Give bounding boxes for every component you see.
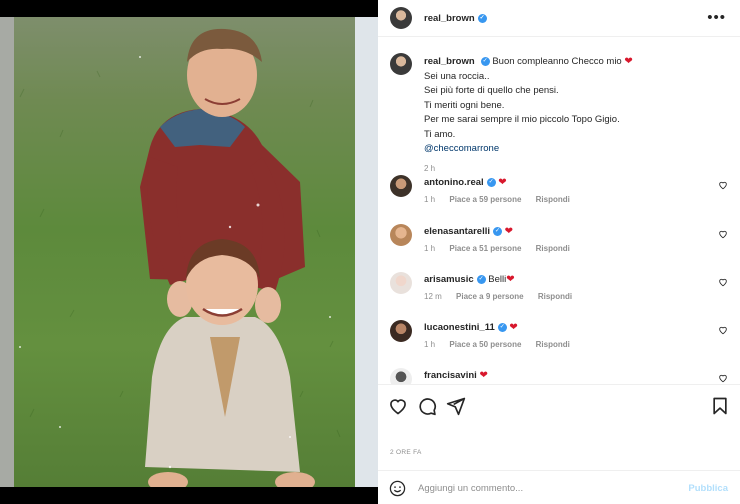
- post-media: [0, 0, 378, 504]
- post-photo[interactable]: [0, 17, 378, 487]
- comment-likes[interactable]: Piace a 50 persone: [449, 340, 521, 349]
- heart-icon[interactable]: [718, 325, 728, 335]
- caption-line: Sei una roccia..: [424, 70, 490, 82]
- heart-icon[interactable]: [718, 373, 728, 383]
- comment-item: elenasantarelli ✓ ❤ 1 h Piace a 51 person…: [378, 224, 740, 268]
- header-username-text[interactable]: real_brown: [424, 13, 475, 24]
- heart-icon[interactable]: [718, 180, 728, 190]
- comment-time[interactable]: 1 h: [424, 244, 435, 253]
- verified-icon: ✓: [497, 322, 507, 332]
- avatar[interactable]: [390, 320, 412, 342]
- comment-icon[interactable]: [417, 396, 437, 416]
- avatar[interactable]: [390, 368, 412, 384]
- avatar[interactable]: [390, 224, 412, 246]
- comment-username[interactable]: lucaonestini_11: [424, 322, 495, 333]
- comment-text: elenasantarelli ✓ ❤: [424, 226, 513, 237]
- bookmark-icon[interactable]: [710, 396, 730, 416]
- comment-text: antonino.real ✓ ❤: [424, 177, 507, 188]
- emoji-icon[interactable]: [389, 480, 406, 497]
- comment-username[interactable]: francisavini: [424, 370, 477, 381]
- comment-meta: 1 h Piace a 50 persone Rispondi: [424, 340, 582, 349]
- comment-username[interactable]: elenasantarelli: [424, 226, 490, 237]
- heart-emoji-icon: ❤: [509, 322, 518, 333]
- comment-meta: 1 h Piace a 51 persone Rispondi: [424, 244, 582, 253]
- heart-emoji-icon: ❤: [504, 226, 514, 237]
- comment-time[interactable]: 12 m: [424, 292, 442, 301]
- heart-emoji-icon: ❤: [506, 274, 515, 285]
- verified-icon: ✓: [477, 13, 487, 23]
- heart-emoji-icon: ❤: [498, 177, 507, 188]
- caption-username[interactable]: real_brown: [424, 56, 475, 67]
- reply-button[interactable]: Rispondi: [536, 195, 570, 204]
- post-actions: 2 ORE FA: [378, 384, 740, 470]
- avatar[interactable]: [390, 272, 412, 294]
- heart-emoji-icon: ❤: [479, 370, 488, 381]
- comment-input[interactable]: [418, 480, 668, 496]
- comment-item: lucaonestini_11 ✓ ❤ 1 h Piace a 50 person…: [378, 320, 740, 364]
- caption-first-line: real_brown ✓ Buon compleanno Checco mio ❤: [424, 55, 724, 70]
- caption-mention-link[interactable]: @checcomarrone: [424, 142, 724, 157]
- comment-item: francisavini ❤: [378, 368, 740, 384]
- avatar[interactable]: [390, 53, 412, 75]
- comment-meta: 1 h Piace a 59 persone Rispondi: [424, 195, 582, 204]
- caption-line: Buon compleanno Checco mio: [492, 56, 622, 67]
- more-options-icon[interactable]: •••: [707, 9, 726, 26]
- heart-icon[interactable]: [388, 396, 408, 416]
- caption-line: Per me sarai sempre il mio piccolo Topo …: [424, 114, 620, 125]
- comment-username[interactable]: arisamusic: [424, 274, 474, 285]
- publish-button[interactable]: Pubblica: [688, 483, 728, 494]
- reply-button[interactable]: Rispondi: [538, 292, 572, 301]
- caption-timestamp[interactable]: 2 h: [424, 162, 724, 177]
- caption-line: Ti meriti ogni bene.: [424, 99, 505, 111]
- post-panel: real_brown ✓ ••• real_brown ✓ Buon complea…: [378, 0, 740, 504]
- heart-icon[interactable]: [718, 229, 728, 239]
- verified-icon: ✓: [480, 56, 490, 66]
- add-comment-bar: Pubblica: [378, 470, 740, 504]
- reply-button[interactable]: Rispondi: [536, 244, 570, 253]
- avatar[interactable]: [390, 7, 412, 29]
- comment-likes[interactable]: Piace a 9 persone: [456, 292, 524, 301]
- comment-item: antonino.real ✓ ❤ 1 h Piace a 59 persone …: [378, 175, 740, 219]
- comment-text: francisavini ❤: [424, 370, 488, 381]
- comment-likes[interactable]: Piace a 59 persone: [449, 195, 521, 204]
- comment-meta: 12 m Piace a 9 persone Rispondi: [424, 292, 584, 301]
- post-header: real_brown ✓ •••: [378, 0, 740, 37]
- comment-text: arisamusic ✓ Belli❤: [424, 274, 515, 285]
- verified-icon: ✓: [476, 274, 486, 284]
- heart-icon[interactable]: [718, 277, 728, 287]
- comment-body: Belli: [488, 274, 507, 285]
- verified-icon: ✓: [486, 177, 496, 187]
- comments-scroll-area[interactable]: real_brown ✓ Buon compleanno Checco mio ❤…: [378, 38, 740, 384]
- comment-item: arisamusic ✓ Belli❤ 12 m Piace a 9 person…: [378, 272, 740, 316]
- post-timestamp[interactable]: 2 ORE FA: [390, 449, 422, 456]
- header-username[interactable]: real_brown ✓: [424, 13, 487, 24]
- comment-time[interactable]: 1 h: [424, 195, 435, 204]
- avatar[interactable]: [390, 175, 412, 197]
- caption-line: Sei più forte di quello che pensi.: [424, 85, 559, 96]
- comment-likes[interactable]: Piace a 51 persone: [449, 244, 521, 253]
- caption-line: Ti amo.: [424, 128, 456, 140]
- reply-button[interactable]: Rispondi: [536, 340, 570, 349]
- comment-username[interactable]: antonino.real: [424, 177, 484, 188]
- photo-illustration: [0, 17, 378, 487]
- comment-time[interactable]: 1 h: [424, 340, 435, 349]
- heart-emoji-icon: ❤: [624, 56, 633, 67]
- share-icon[interactable]: [446, 396, 466, 416]
- comment-text: lucaonestini_11 ✓ ❤: [424, 322, 518, 333]
- verified-icon: ✓: [493, 226, 503, 236]
- caption-body: real_brown ✓ Buon compleanno Checco mio ❤…: [424, 55, 724, 176]
